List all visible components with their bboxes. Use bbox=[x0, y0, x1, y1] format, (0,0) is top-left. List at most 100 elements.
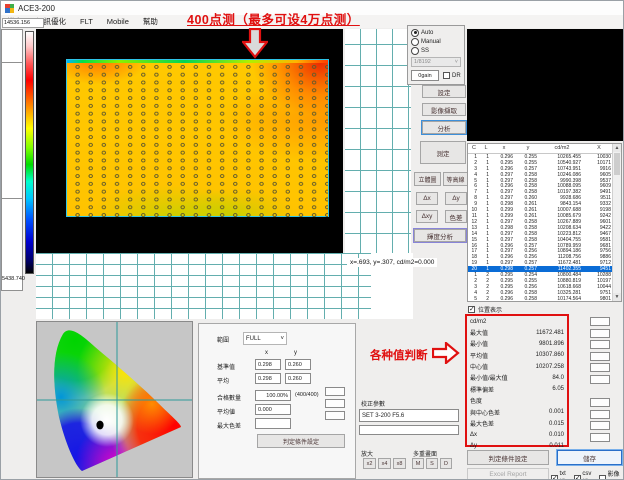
file-checkbox-label: 影像檔 bbox=[608, 469, 623, 480]
ref-x-value: 0.298 bbox=[258, 362, 272, 368]
result-row: 標準偏差6.05 bbox=[470, 383, 564, 394]
panel-luminance-image[interactable] bbox=[66, 59, 329, 217]
checkbox-icon: ✓ bbox=[551, 475, 558, 480]
table-scrollbar[interactable]: ▲ ▼ bbox=[612, 144, 621, 301]
window-title: ACE3-200 bbox=[18, 4, 55, 13]
column-header[interactable]: y bbox=[516, 144, 540, 153]
scroll-down-icon[interactable]: ▼ bbox=[613, 293, 621, 301]
ref-y-field[interactable]: 0.260 bbox=[285, 359, 311, 370]
column-header[interactable]: cd/m2 bbox=[540, 144, 584, 153]
file-checkbox-影像檔[interactable]: 影像檔 bbox=[599, 469, 623, 480]
scroll-up-icon[interactable]: ▲ bbox=[613, 144, 621, 152]
file-checkbox-txt檔[interactable]: ✓txt檔 bbox=[551, 471, 570, 480]
position-display-label: 位置表示 bbox=[478, 305, 502, 314]
column-header[interactable]: X bbox=[584, 144, 614, 153]
radio-manual[interactable]: Manual bbox=[411, 37, 464, 46]
annotation-points-text: 400点测（最多可设4万点测） bbox=[187, 9, 360, 28]
col-x-header: x bbox=[265, 350, 268, 356]
zoom-x4-button[interactable]: x4 bbox=[378, 458, 391, 469]
avg-x-value: 0.298 bbox=[258, 376, 272, 382]
table-row[interactable]: 520.2960.25810174.5649801 bbox=[468, 296, 621, 302]
ref-x-field[interactable]: 0.298 bbox=[255, 359, 281, 370]
excel-report-button[interactable]: Excel Report bbox=[467, 468, 549, 480]
pass-rate-field: 100.00% bbox=[255, 390, 291, 401]
settings-button[interactable]: 設定 bbox=[422, 85, 466, 98]
col-y-header: y bbox=[294, 350, 297, 356]
mean-diff-field: 0.000 bbox=[255, 404, 291, 415]
delta-xy-button[interactable]: Δxy bbox=[416, 210, 438, 223]
column-header[interactable]: x bbox=[492, 144, 516, 153]
cie-chromaticity-diagram bbox=[36, 321, 193, 478]
dr-label: DR bbox=[452, 73, 461, 79]
position-display-checkbox[interactable]: ✓ 位置表示 bbox=[468, 305, 502, 314]
lum-result-rows: 最大值11672.481最小值9801.896平均值10307.860中心值10… bbox=[470, 327, 564, 395]
max-diff-field bbox=[255, 418, 291, 429]
judge-box bbox=[590, 398, 610, 407]
column-header[interactable]: C bbox=[468, 144, 480, 153]
multi-m-button[interactable]: M bbox=[412, 458, 424, 469]
multi-screen-label: 多重畫面 bbox=[413, 449, 437, 458]
radio-label: Manual bbox=[421, 39, 441, 45]
results-panel: cd/m2 最大值11672.481最小值9801.896平均值10307.86… bbox=[465, 314, 569, 447]
solid-view-button[interactable]: 立體圖 bbox=[414, 172, 441, 186]
scrollbar-thumb[interactable] bbox=[614, 153, 620, 175]
range-select[interactable]: FULL ˅ bbox=[243, 332, 287, 345]
checkbox-icon bbox=[443, 72, 450, 79]
measurement-points-grid bbox=[67, 62, 328, 218]
radio-icon bbox=[411, 38, 419, 46]
result-row: 最大色差0.015 bbox=[470, 418, 564, 429]
zoom-x2-button[interactable]: x2 bbox=[363, 458, 376, 469]
app-icon bbox=[5, 4, 14, 13]
multi-screen-buttons: MSD bbox=[412, 458, 452, 469]
judge-box bbox=[590, 352, 610, 361]
zoom-x8-button[interactable]: x8 bbox=[393, 458, 406, 469]
analyze-button[interactable]: 分析 bbox=[422, 121, 466, 134]
pass-ratio: (400/400) bbox=[295, 392, 319, 398]
file-checkbox-csv檔[interactable]: ✓csv檔 bbox=[574, 471, 595, 480]
multi-d-button[interactable]: D bbox=[440, 458, 452, 469]
contour-button[interactable]: 等高線 bbox=[443, 172, 468, 186]
capture-button[interactable]: 影像擷取 bbox=[422, 103, 466, 116]
judge-condition-button[interactable]: 判定條件設定 bbox=[467, 450, 549, 465]
save-button[interactable]: 儲存 bbox=[557, 450, 622, 465]
measure-button[interactable]: 測定 bbox=[420, 141, 466, 164]
calib-params-field-2[interactable] bbox=[359, 425, 459, 435]
delta-y-button[interactable]: Δy bbox=[445, 192, 467, 205]
calib-params-field[interactable]: SET 3-200 F5.6 bbox=[359, 409, 459, 422]
menu-item[interactable]: Mobile bbox=[107, 17, 129, 26]
avg-x-field[interactable]: 0.298 bbox=[255, 373, 281, 384]
reference-label: 基準值 bbox=[217, 362, 235, 371]
dr-checkbox[interactable]: DR bbox=[443, 72, 461, 79]
menu-item[interactable]: FLT bbox=[80, 17, 93, 26]
result-row: Δx0.010 bbox=[470, 429, 564, 440]
radio-label: SS bbox=[421, 48, 429, 54]
radio-ss[interactable]: SS bbox=[411, 46, 464, 55]
app-window: ACE3-200 檔案視訊優化FLTMobile幫助 14536.156 543… bbox=[0, 0, 624, 480]
result-row: 中心值10207.258 bbox=[470, 361, 564, 372]
chroma-section-header: 色度 bbox=[470, 397, 564, 407]
judge-box bbox=[590, 410, 610, 419]
delta-x-button[interactable]: Δx bbox=[416, 192, 438, 205]
lum-section-header: cd/m2 bbox=[470, 317, 564, 327]
gain-field[interactable]: 0gain bbox=[411, 70, 439, 81]
data-grid-bottom bbox=[36, 253, 371, 319]
shutter-select[interactable]: 1/8192 ˅ bbox=[411, 57, 461, 67]
scale-column bbox=[1, 29, 23, 291]
measure-table-body: 110.2960.25510265.45510030210.2950.25510… bbox=[468, 154, 621, 302]
measurement-image-view[interactable] bbox=[36, 29, 343, 253]
chevron-down-icon: ˅ bbox=[455, 59, 458, 65]
luminance-analysis-button[interactable]: 輝度分析 bbox=[414, 229, 466, 242]
range-judge-boxes bbox=[325, 387, 345, 420]
pass-count-label: 合格數量 bbox=[217, 393, 241, 402]
column-header[interactable]: L bbox=[480, 144, 492, 153]
gain-value: 0gain bbox=[418, 73, 431, 79]
menu-item[interactable]: 幫助 bbox=[143, 16, 158, 27]
radio-auto[interactable]: Auto bbox=[411, 28, 464, 37]
annotation-down-arrow-icon bbox=[242, 28, 268, 59]
multi-s-button[interactable]: S bbox=[426, 458, 438, 469]
avg-y-field[interactable]: 0.260 bbox=[285, 373, 311, 384]
judge-condition-button-range[interactable]: 判定條件設定 bbox=[257, 434, 345, 448]
lum-judge-boxes bbox=[590, 317, 610, 384]
exposure-radio-group: Auto Manual SS bbox=[411, 28, 464, 55]
color-diff-button[interactable]: 色差 bbox=[445, 210, 467, 223]
